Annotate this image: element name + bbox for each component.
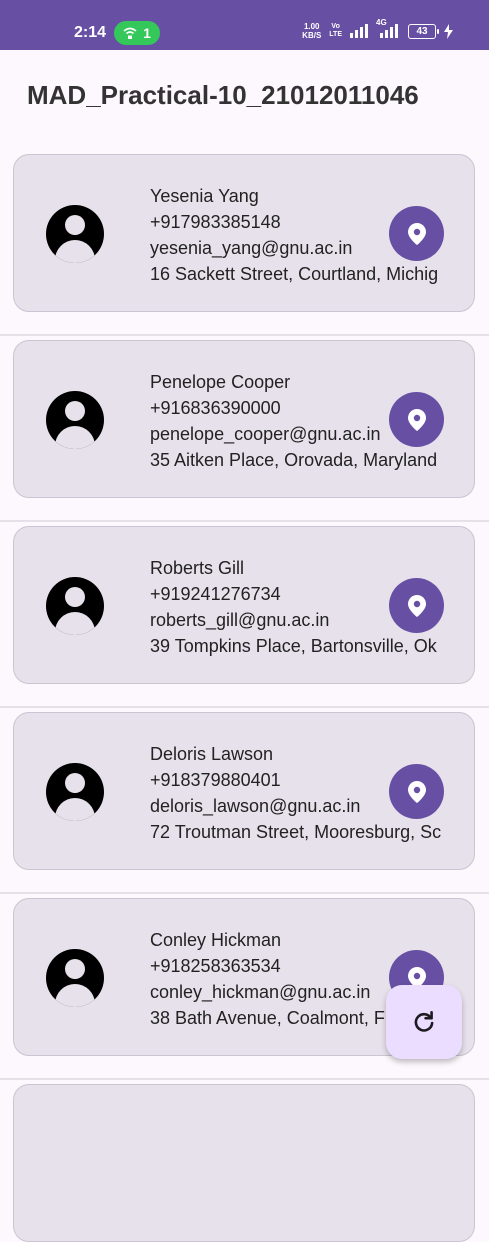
- list-item: [0, 1080, 489, 1242]
- hotspot-count: 1: [143, 25, 151, 41]
- contact-name: Deloris Lawson: [150, 744, 274, 764]
- battery-icon: 43: [408, 23, 439, 39]
- person-icon: [46, 391, 104, 449]
- status-bar: 2:14 1 1.00 KB/S Vo LTE 4G 43: [0, 0, 489, 50]
- location-button[interactable]: [389, 392, 444, 447]
- network-label: 4G: [376, 18, 387, 27]
- contact-address: 39 Tompkins Place, Bartonsville, Ok: [150, 636, 437, 656]
- contact-card[interactable]: Penelope Cooper +916836390000 penelope_c…: [13, 340, 475, 498]
- list-item: Deloris Lawson +918379880401 deloris_law…: [0, 708, 489, 894]
- contact-card[interactable]: Yesenia Yang +917983385148 yesenia_yang@…: [13, 154, 475, 312]
- location-button[interactable]: [389, 206, 444, 261]
- list-item: Penelope Cooper +916836390000 penelope_c…: [0, 336, 489, 522]
- status-time: 2:14: [74, 24, 107, 41]
- refresh-button[interactable]: [386, 985, 462, 1059]
- contact-address: 35 Aitken Place, Orovada, Maryland: [150, 450, 438, 470]
- net-speed-unit: KB/S: [302, 31, 322, 40]
- contact-card-partial[interactable]: [13, 1084, 475, 1242]
- status-icons: 1.00 KB/S Vo LTE 4G 43: [302, 18, 453, 40]
- contact-address: 16 Sackett Street, Courtland, Michig: [150, 264, 439, 284]
- location-pin-icon: [407, 408, 426, 431]
- person-icon: [46, 577, 104, 635]
- contact-name: Conley Hickman: [150, 930, 282, 950]
- signal-icon: [350, 24, 368, 38]
- contact-card[interactable]: Roberts Gill +919241276734 roberts_gill@…: [13, 526, 475, 684]
- list-item: Yesenia Yang +917983385148 yesenia_yang@…: [0, 150, 489, 336]
- person-icon: [46, 763, 104, 821]
- network-4g: 4G: [376, 18, 400, 38]
- charging-icon: [444, 23, 453, 39]
- volte-bottom: LTE: [329, 31, 342, 38]
- contact-card[interactable]: Deloris Lawson +918379880401 deloris_law…: [13, 712, 475, 870]
- contact-address: 72 Troutman Street, Mooresburg, Sc: [150, 822, 442, 842]
- hotspot-icon: [123, 27, 137, 39]
- volte-indicator: Vo LTE: [329, 23, 342, 39]
- battery-level: 43: [416, 25, 428, 37]
- contact-list[interactable]: Yesenia Yang +917983385148 yesenia_yang@…: [0, 150, 489, 1242]
- hotspot-indicator: 1: [114, 21, 160, 45]
- volte-top: Vo: [331, 23, 340, 30]
- contact-name: Penelope Cooper: [150, 372, 291, 392]
- person-icon: [46, 949, 104, 1007]
- location-button[interactable]: [389, 578, 444, 633]
- location-pin-icon: [407, 594, 426, 617]
- list-item: Roberts Gill +919241276734 roberts_gill@…: [0, 522, 489, 708]
- refresh-icon: [414, 1010, 434, 1032]
- location-pin-icon: [407, 780, 426, 803]
- net-speed-value: 1.00: [303, 22, 320, 31]
- contact-name: Yesenia Yang: [150, 186, 259, 206]
- page-title: MAD_Practical-10_21012011046: [27, 80, 419, 110]
- location-pin-icon: [407, 222, 426, 245]
- location-button[interactable]: [389, 764, 444, 819]
- contact-name: Roberts Gill: [150, 558, 245, 578]
- network-speed: 1.00 KB/S: [302, 22, 321, 40]
- person-icon: [46, 205, 104, 263]
